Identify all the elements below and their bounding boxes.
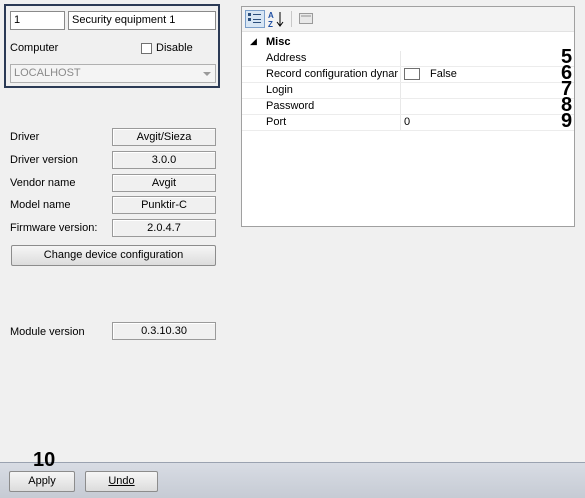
column-divider [400,115,401,130]
property-grid-toolbar: A Z [242,7,574,32]
property-row-record-configuration[interactable]: Record configuration dynar False 6 [242,63,574,83]
firmware-version-label: Firmware version: [10,222,98,234]
driver-label: Driver [10,131,40,143]
categorized-view-button[interactable] [245,10,265,28]
svg-text:Z: Z [268,20,273,28]
property-pages-button[interactable] [297,10,317,28]
vendor-name-value: Avgit [112,174,216,192]
bottom-toolbar: Apply Undo [0,462,585,498]
column-divider [400,51,401,66]
property-name: Password [266,100,315,112]
model-name-label: Model name [10,199,71,211]
alphabetical-view-button[interactable]: A Z [267,10,287,29]
property-name: Port [266,116,287,128]
object-name-field[interactable]: Security equipment 1 [68,11,216,30]
property-pages-icon [299,13,313,24]
property-value: False [430,68,457,80]
disable-label: Disable [156,42,193,54]
property-name: Login [266,84,293,96]
category-label: Misc [266,36,291,48]
property-grid: A Z ◢ Misc Address 5 Record configuratio… [241,6,575,227]
collapse-triangle-icon[interactable]: ◢ [250,36,257,47]
apply-button[interactable]: Apply [9,471,75,492]
callout-number: 9 [561,110,573,132]
column-divider [400,83,401,98]
change-device-configuration-button[interactable]: Change device configuration [11,245,216,266]
column-divider [400,99,401,114]
model-name-value: Punktir-C [112,196,216,214]
toolbar-separator [291,11,292,27]
disable-checkbox[interactable] [141,43,152,54]
property-row-login[interactable]: Login 7 [242,79,574,99]
computer-select-value: LOCALHOST [14,67,81,79]
computer-select[interactable]: LOCALHOST [10,64,216,83]
property-name: Address [266,52,307,64]
chevron-down-icon [203,72,211,76]
undo-button[interactable]: Undo [85,471,158,492]
property-row-address[interactable]: Address 5 [242,47,574,67]
module-version-label: Module version [10,326,85,338]
driver-version-label: Driver version [10,154,78,166]
record-configuration-checkbox[interactable] [404,68,420,80]
sort-az-icon: A Z [268,11,284,29]
object-id-field[interactable]: 1 [10,11,65,30]
driver-version-value: 3.0.0 [112,151,216,169]
computer-label: Computer [10,42,59,54]
firmware-version-value: 2.0.4.7 [112,219,216,237]
categorized-icon [248,13,261,23]
svg-text:A: A [268,11,274,20]
column-divider [400,67,401,82]
property-row-port[interactable]: Port 0 9 [242,111,574,131]
property-row-password[interactable]: Password 8 [242,95,574,115]
property-name: Record configuration dynar [266,68,399,80]
module-version-value: 0.3.10.30 [112,322,216,340]
vendor-name-label: Vendor name [10,177,76,189]
driver-value: Avgit/Sieza [112,128,216,146]
category-row-misc[interactable]: ◢ Misc [242,35,574,51]
property-value[interactable]: 0 [404,115,410,130]
callout-number: 10 [33,449,56,471]
object-panel: 1 Security equipment 1 Computer Disable … [4,4,220,88]
